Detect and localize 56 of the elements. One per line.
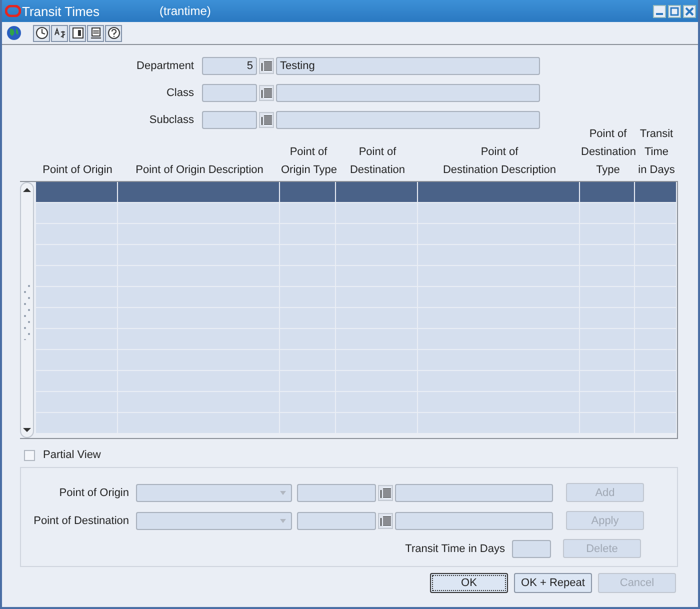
column-header: Point of Destination bbox=[348, 145, 406, 178]
window-title: Transit Times bbox=[22, 4, 100, 18]
window-subtitle: (trantime) bbox=[160, 4, 211, 18]
code-field[interactable]: 5 bbox=[202, 57, 257, 75]
maximize-button[interactable] bbox=[668, 4, 681, 18]
code-field[interactable] bbox=[202, 111, 257, 129]
days-field[interactable] bbox=[512, 540, 551, 558]
list-icon[interactable] bbox=[378, 512, 393, 528]
field-label: Subclass bbox=[148, 114, 194, 126]
caret-icon bbox=[279, 490, 287, 496]
minimize-button[interactable] bbox=[653, 4, 666, 18]
field-label: Class bbox=[165, 87, 194, 99]
dialog-button[interactable]: OK bbox=[430, 573, 508, 593]
code-field[interactable] bbox=[202, 84, 257, 102]
description-field[interactable] bbox=[276, 111, 540, 129]
code-field[interactable] bbox=[297, 484, 376, 502]
scroll-down-icon[interactable] bbox=[21, 425, 33, 435]
caret-icon bbox=[279, 518, 287, 524]
logo-icon bbox=[5, 5, 21, 17]
description-field[interactable] bbox=[276, 84, 540, 102]
checkbox[interactable] bbox=[24, 450, 35, 460]
column-header: Point of Destination Type bbox=[581, 127, 635, 178]
close-icon bbox=[685, 6, 694, 16]
column-header: Point of Destination Description bbox=[442, 145, 558, 178]
description-field[interactable] bbox=[395, 512, 553, 530]
description-field[interactable]: Testing bbox=[276, 57, 540, 75]
list-icon[interactable] bbox=[378, 484, 393, 500]
clock-icon[interactable] bbox=[33, 24, 50, 42]
field-label: Point of Destination bbox=[32, 514, 129, 526]
help-icon[interactable] bbox=[105, 24, 122, 42]
checkbox-label: Partial View bbox=[43, 449, 101, 461]
globe-icon[interactable] bbox=[5, 24, 22, 42]
document-icon[interactable] bbox=[69, 24, 86, 42]
close-button[interactable] bbox=[683, 4, 696, 18]
field-label: Department bbox=[136, 60, 194, 72]
code-field[interactable] bbox=[297, 512, 376, 530]
scroll-up-icon[interactable] bbox=[21, 185, 33, 195]
column-header: Point of Origin Description bbox=[134, 163, 264, 178]
list-icon[interactable] bbox=[259, 58, 274, 74]
column-header: Transit Time in Days bbox=[637, 127, 676, 178]
translate-icon[interactable] bbox=[51, 24, 68, 42]
table-row[interactable] bbox=[36, 182, 677, 203]
scroll-bar[interactable] bbox=[20, 182, 34, 438]
dropdown[interactable] bbox=[136, 512, 292, 530]
list-icon[interactable] bbox=[259, 112, 274, 128]
field-label: Point of Origin bbox=[58, 486, 129, 498]
column-header: Point of Origin bbox=[42, 163, 114, 178]
description-field[interactable] bbox=[395, 484, 553, 502]
minimize-icon bbox=[656, 13, 663, 15]
field-label: Transit Time in Days bbox=[404, 542, 505, 554]
dialog-button[interactable]: OK + Repeat bbox=[514, 573, 592, 593]
notes-icon[interactable] bbox=[87, 24, 104, 42]
column-header: Point of Origin Type bbox=[281, 145, 336, 178]
dropdown[interactable] bbox=[136, 484, 292, 502]
list-icon[interactable] bbox=[259, 85, 274, 101]
maximize-icon bbox=[670, 6, 679, 16]
